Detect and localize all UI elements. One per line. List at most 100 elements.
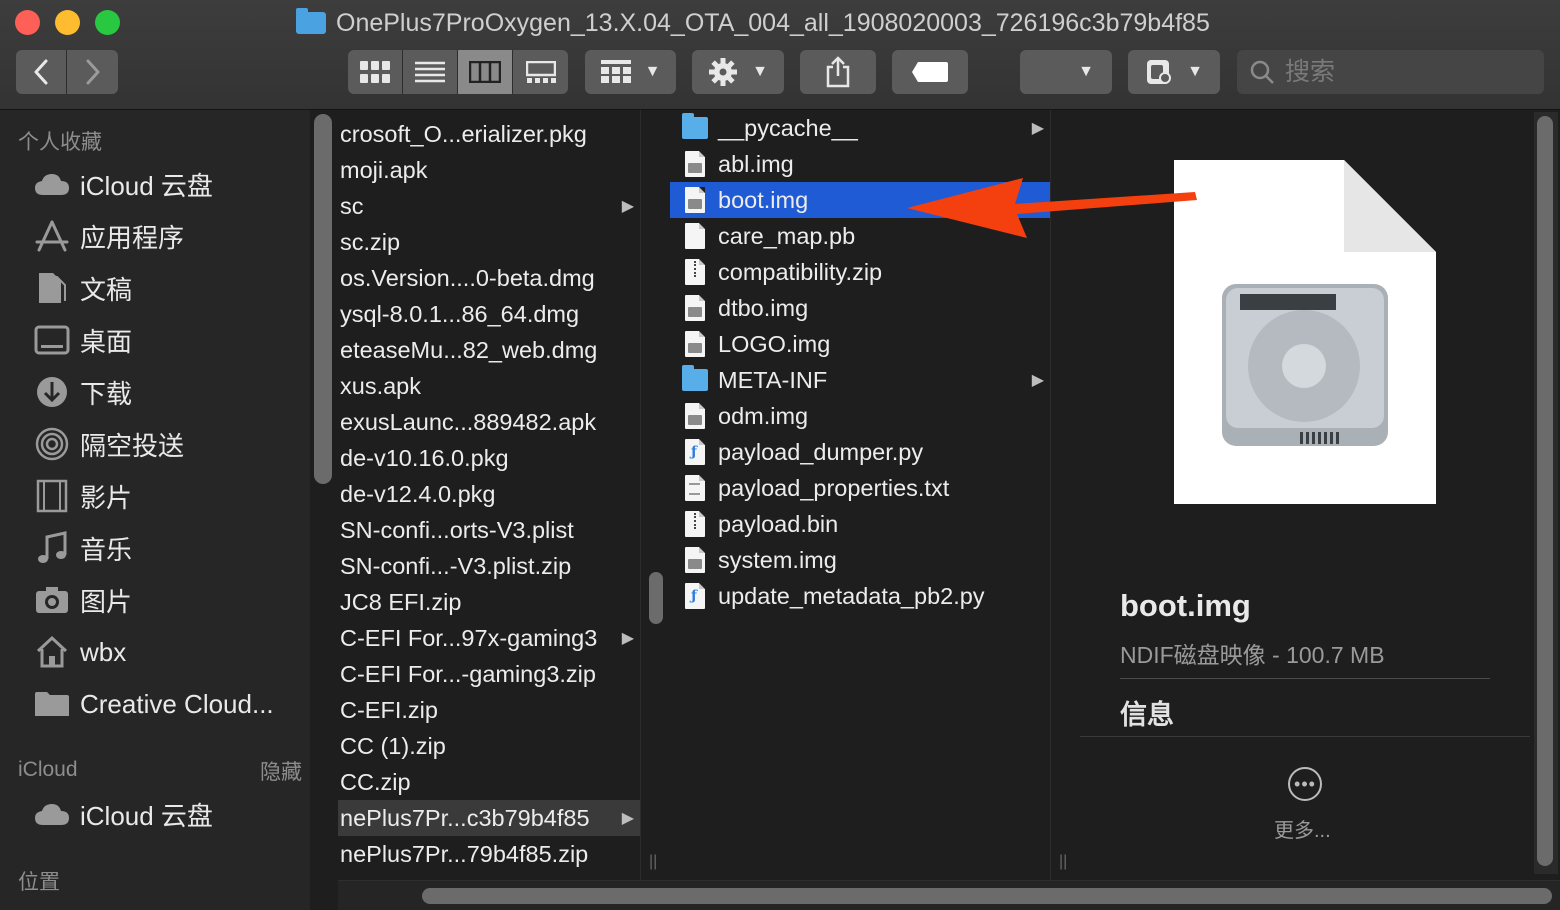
- list-item[interactable]: compatibility.zip: [670, 254, 1050, 290]
- list-item[interactable]: LOGO.img: [670, 326, 1050, 362]
- zoom-window-button[interactable]: [95, 10, 120, 35]
- music-icon: [34, 530, 70, 566]
- column-divider[interactable]: [640, 110, 670, 880]
- sidebar-item-airdrop[interactable]: 隔空投送: [34, 422, 184, 466]
- search-icon: [1250, 60, 1274, 84]
- list-item[interactable]: __pycache__ ▶: [670, 110, 1050, 146]
- sidebar-scrollbar[interactable]: [314, 114, 332, 484]
- list-item[interactable]: C-EFI For...-gaming3.zip: [338, 656, 640, 692]
- sidebar-item-pictures[interactable]: 图片: [34, 578, 132, 622]
- sidebar-item-icloud-drive[interactable]: iCloud 云盘: [34, 162, 213, 206]
- list-item[interactable]: ysql-8.0.1...86_64.dmg: [338, 296, 640, 332]
- locations-header: 位置: [18, 871, 60, 894]
- tags-button[interactable]: [892, 50, 968, 94]
- more-button[interactable]: 更多...: [1274, 814, 1331, 843]
- list-item[interactable]: SN-confi...-V3.plist.zip: [338, 548, 640, 584]
- sidebar-item-home[interactable]: wbx: [34, 630, 126, 674]
- action-menu-button[interactable]: ▼: [692, 50, 784, 94]
- sidebar-item-icloud-drive-2[interactable]: iCloud 云盘: [34, 792, 213, 836]
- gear-icon: [709, 58, 738, 86]
- list-item[interactable]: C-EFI For...97x-gaming3 ▶: [338, 620, 640, 656]
- list-item[interactable]: crosoft_O...erializer.pkg: [338, 116, 640, 152]
- file-name: care_map.pb: [718, 222, 856, 249]
- file-name: compatibility.zip: [718, 258, 883, 285]
- disclosure-arrow-icon: ▶: [621, 810, 634, 827]
- list-item[interactable]: nePlus7Pr...79b4f85.zip: [338, 836, 640, 872]
- list-item[interactable]: payload.bin: [670, 506, 1050, 542]
- desktop-icon: [34, 322, 70, 358]
- list-item[interactable]: payload_properties.txt: [670, 470, 1050, 506]
- icloud-hide-button[interactable]: 隐藏: [260, 756, 302, 786]
- list-item[interactable]: sc ▶: [338, 188, 640, 224]
- chevron-down-icon: ▼: [1078, 63, 1094, 80]
- cloud-icon: [34, 796, 70, 832]
- list-item[interactable]: os.Version....0-beta.dmg: [338, 260, 640, 296]
- home-icon: [34, 634, 70, 670]
- sidebar-item-music[interactable]: 音乐: [34, 526, 132, 570]
- tag-icon: [912, 62, 948, 82]
- group-by-button[interactable]: ▼: [585, 50, 676, 94]
- more-icon[interactable]: •••: [1288, 767, 1322, 801]
- list-item[interactable]: xus.apk: [338, 368, 640, 404]
- file-name: nePlus7Pr...c3b79b4f85: [340, 804, 590, 831]
- list-item[interactable]: dtbo.img: [670, 290, 1050, 326]
- minimize-window-button[interactable]: [55, 10, 80, 35]
- list-item[interactable]: JC8 EFI.zip: [338, 584, 640, 620]
- file-name: META-INF: [718, 366, 828, 393]
- search-input[interactable]: [1285, 57, 1525, 87]
- list-item[interactable]: de-v12.4.0.pkg: [338, 476, 640, 512]
- path-dropdown[interactable]: ▼: [1020, 50, 1112, 94]
- preview-info-header: 信息: [1120, 700, 1174, 730]
- sidebar-item-downloads[interactable]: 下载: [34, 370, 132, 414]
- column-resize-handle[interactable]: ||: [1059, 853, 1067, 871]
- file-name: payload_properties.txt: [718, 474, 950, 501]
- sidebar-item-applications[interactable]: 应用程序: [34, 214, 184, 258]
- close-window-button[interactable]: [15, 10, 40, 35]
- list-item[interactable]: odm.img: [670, 398, 1050, 434]
- list-item[interactable]: ƒ update_metadata_pb2.py: [670, 578, 1050, 614]
- back-button[interactable]: [16, 50, 67, 94]
- list-item[interactable]: moji.apk: [338, 152, 640, 188]
- forward-button[interactable]: [67, 50, 118, 94]
- column1-scrollbar[interactable]: [649, 572, 663, 624]
- column-resize-handle[interactable]: ||: [649, 853, 657, 871]
- list-item[interactable]: C-EFI.zip: [338, 692, 640, 728]
- applications-icon: [34, 218, 70, 254]
- dropbox-menu-button[interactable]: ▼: [1128, 50, 1220, 94]
- annotation-arrow: [907, 178, 1197, 238]
- sidebar-item-label: 隔空投送: [80, 430, 185, 461]
- list-view-button[interactable]: [403, 50, 458, 94]
- sidebar-item-documents[interactable]: 文稿: [34, 266, 132, 310]
- preview-scrollbar[interactable]: [1534, 112, 1558, 874]
- list-item[interactable]: SN-confi...orts-V3.plist: [338, 512, 640, 548]
- sidebar-item-movies[interactable]: 影片: [34, 474, 132, 518]
- list-item[interactable]: CC.zip: [338, 764, 640, 800]
- list-item[interactable]: system.img: [670, 542, 1050, 578]
- preview-scrollbar-thumb[interactable]: [1537, 116, 1553, 866]
- list-item[interactable]: eteaseMu...82_web.dmg: [338, 332, 640, 368]
- horizontal-scrollbar[interactable]: [338, 880, 1560, 910]
- horizontal-scrollbar-thumb[interactable]: [422, 888, 1552, 904]
- list-item[interactable]: exusLaunc...889482.apk: [338, 404, 640, 440]
- icon-view-button[interactable]: [348, 50, 403, 94]
- sidebar-item-label: 图片: [80, 586, 133, 617]
- list-item[interactable]: CC (1).zip: [338, 728, 640, 764]
- list-item[interactable]: sc.zip: [338, 224, 640, 260]
- list-item[interactable]: ƒ payload_dumper.py: [670, 434, 1050, 470]
- share-button[interactable]: [800, 50, 876, 94]
- gallery-view-button[interactable]: [513, 50, 568, 94]
- list-item[interactable]: META-INF ▶: [670, 362, 1050, 398]
- disk-image-file-icon: [682, 330, 708, 358]
- disclosure-arrow-icon: ▶: [1031, 120, 1044, 137]
- icon-view-icon: [360, 61, 390, 83]
- list-item[interactable]: de-v10.16.0.pkg: [338, 440, 640, 476]
- sidebar-item-desktop[interactable]: 桌面: [34, 318, 132, 362]
- search-field[interactable]: [1237, 50, 1544, 94]
- file-name: os.Version....0-beta.dmg: [340, 264, 595, 291]
- folder-icon: [34, 686, 70, 722]
- column-view-button[interactable]: [458, 50, 513, 94]
- chevron-down-icon: ▼: [752, 63, 768, 80]
- sidebar-item-creative-cloud[interactable]: Creative Cloud...: [34, 682, 274, 726]
- list-item[interactable]: nePlus7Pr...c3b79b4f85 ▶: [338, 800, 640, 836]
- archive-file-icon: [682, 510, 708, 538]
